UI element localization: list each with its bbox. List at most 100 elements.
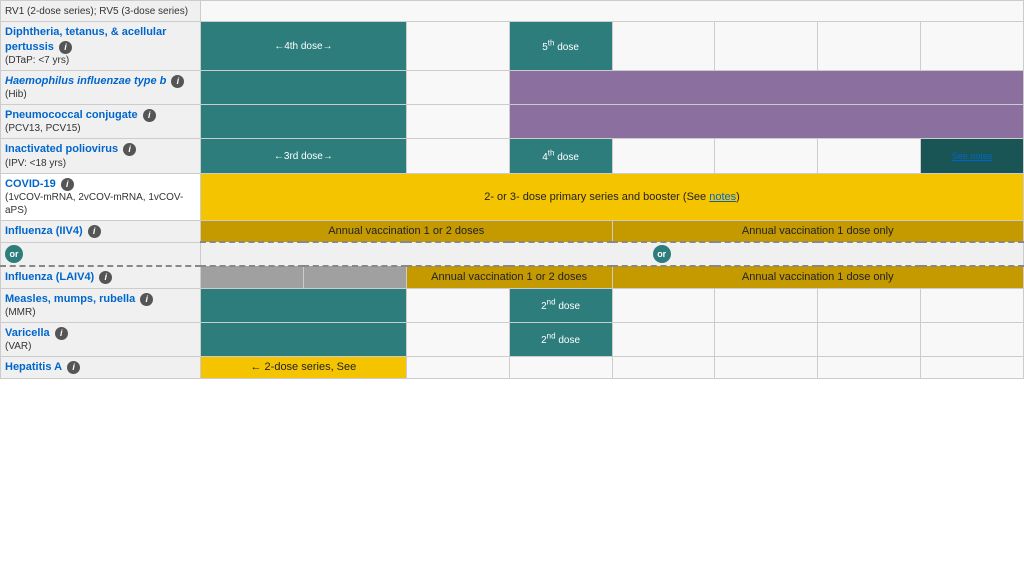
vaccine-cell-ipv: Inactivated poliovirus i (IPV: <18 yrs)	[1, 139, 201, 173]
iiv4-annual12: Annual vaccination 1 or 2 doses	[201, 221, 613, 243]
info-icon[interactable]: i	[88, 225, 101, 238]
vaccine-cell: RV1 (2-dose series); RV5 (3-dose series)	[1, 1, 201, 22]
info-icon[interactable]: i	[171, 75, 184, 88]
info-icon[interactable]: i	[143, 109, 156, 122]
see-notes-link[interactable]: See notes	[952, 151, 993, 161]
empty-cell	[921, 322, 1024, 356]
vaccine-cell-covid: COVID-19 i (1vCOV-mRNA, 2vCOV-mRNA, 1vCO…	[1, 173, 201, 220]
empty-cell	[715, 357, 818, 378]
vaccine-cell-varicella: Varicella i (VAR)	[1, 322, 201, 356]
ipv-4th-dose: 4th dose	[509, 139, 612, 173]
vaccine-cell-pcv: Pneumococcal conjugate i (PCV13, PCV15)	[1, 105, 201, 139]
table-row: RV1 (2-dose series); RV5 (3-dose series)	[1, 1, 1024, 22]
empty-cell	[612, 22, 715, 71]
empty-cell	[921, 288, 1024, 322]
mmr-2nd-dose: 2nd dose	[509, 288, 612, 322]
dtap-link[interactable]: Diphtheria, tetanus, & acellular pertuss…	[5, 26, 166, 52]
table-row-pcv: Pneumococcal conjugate i (PCV13, PCV15)	[1, 105, 1024, 139]
info-icon[interactable]: i	[55, 327, 68, 340]
covid-sub: (1vCOV-mRNA, 2vCOV-mRNA, 1vCOV-aPS)	[5, 191, 196, 217]
info-icon[interactable]: i	[67, 361, 80, 374]
vaccine-cell-hepa: Hepatitis A i	[1, 357, 201, 378]
empty-cell	[509, 357, 612, 378]
empty-cell	[921, 357, 1024, 378]
vaccine-cell-laiv4: Influenza (LAIV4) i	[1, 266, 201, 288]
empty-cell	[406, 22, 509, 71]
iiv4-annual1-text: Annual vaccination 1 dose only	[742, 225, 894, 237]
dtap-5th-dose: 5th dose	[509, 22, 612, 71]
or-divider: or	[201, 242, 1024, 266]
covid-text: 2- or 3- dose primary series and booster…	[484, 191, 740, 203]
empty-cell	[715, 322, 818, 356]
table-row-ipv: Inactivated poliovirus i (IPV: <18 yrs) …	[1, 139, 1024, 173]
vaccine-name: Influenza (LAIV4) i	[5, 270, 196, 284]
table-row-covid: COVID-19 i (1vCOV-mRNA, 2vCOV-mRNA, 1vCO…	[1, 173, 1024, 220]
empty-cell	[406, 70, 509, 104]
iiv4-name[interactable]: Influenza (IIV4)	[5, 225, 83, 237]
info-icon[interactable]: i	[99, 271, 112, 284]
vaccine-cell-mmr: Measles, mumps, rubella i (MMR)	[1, 288, 201, 322]
table-row-varicella: Varicella i (VAR) 2nd dose	[1, 322, 1024, 356]
laiv4-annual1-text: Annual vaccination 1 dose only	[742, 271, 894, 283]
laiv4-annual12-text: Annual vaccination 1 or 2 doses	[431, 271, 587, 283]
info-icon[interactable]: i	[61, 178, 74, 191]
info-icon[interactable]: i	[59, 41, 72, 54]
empty-cell	[406, 288, 509, 322]
vaccine-name: Diphtheria, tetanus, & acellular pertuss…	[5, 25, 196, 54]
dtap-sub: (DTaP: <7 yrs)	[5, 54, 196, 67]
empty-cell	[612, 322, 715, 356]
covid-link[interactable]: COVID-19	[5, 178, 56, 190]
hepa-name[interactable]: Hepatitis A	[5, 361, 62, 373]
vaccine-cell-hib: Haemophilus influenzae type b i (Hib)	[1, 70, 201, 104]
pcv-name[interactable]: Pneumococcal conjugate	[5, 109, 138, 121]
empty-cell	[818, 322, 921, 356]
hib-sub: (Hib)	[5, 88, 196, 101]
varicella-2nd-dose: 2nd dose	[509, 322, 612, 356]
empty-cell	[921, 22, 1024, 71]
empty-cell	[612, 288, 715, 322]
covid-notes-link[interactable]: notes	[709, 191, 736, 203]
laiv4-name[interactable]: Influenza (LAIV4)	[5, 271, 94, 283]
empty-cell	[818, 357, 921, 378]
vaccine-name: Influenza (IIV4) i	[5, 224, 196, 238]
ipv-3rd-dose: ←3rd dose→	[201, 139, 407, 173]
empty-cell	[406, 322, 509, 356]
varicella-name[interactable]: Varicella	[5, 327, 50, 339]
vaccine-name: Haemophilus influenzae type b i	[5, 74, 196, 88]
hib-purple	[509, 70, 1023, 104]
hib-name[interactable]: Haemophilus influenzae type b	[5, 75, 166, 87]
info-icon[interactable]: i	[123, 143, 136, 156]
table-row-influenza-laiv4: Influenza (LAIV4) i Annual vaccination 1…	[1, 266, 1024, 288]
hepa-2dose: ← 2-dose series, See	[201, 357, 407, 378]
or-cell: or	[1, 242, 201, 266]
laiv4-annual12: Annual vaccination 1 or 2 doses	[406, 266, 612, 288]
hepa-2dose-text: ← 2-dose series, See	[250, 361, 356, 373]
empty-cell	[818, 22, 921, 71]
table-row-hepa: Hepatitis A i ← 2-dose series, See	[1, 357, 1024, 378]
ipv-4th-text: 4th dose	[542, 152, 579, 163]
ipv-see-notes: See notes	[921, 139, 1024, 173]
vaccine-cell-dtap: Diphtheria, tetanus, & acellular pertuss…	[1, 22, 201, 71]
empty-cell	[201, 1, 1024, 22]
varicella-teal	[201, 322, 407, 356]
table-row-mmr: Measles, mumps, rubella i (MMR) 2nd dose	[1, 288, 1024, 322]
pcv-purple	[509, 105, 1023, 139]
ipv-name[interactable]: Inactivated poliovirus	[5, 143, 118, 155]
varicella-2nd-text: 2nd dose	[541, 335, 580, 346]
empty-cell	[612, 357, 715, 378]
vaccine-cell-iiv4: Influenza (IIV4) i	[1, 221, 201, 243]
empty-cell	[818, 288, 921, 322]
vaccine-name: Measles, mumps, rubella i	[5, 292, 196, 306]
or-badge: or	[5, 245, 23, 263]
empty-cell	[406, 105, 509, 139]
vaccine-name: Varicella i	[5, 326, 196, 340]
laiv4-gray1	[201, 266, 304, 288]
empty-cell	[818, 139, 921, 173]
table-row-or: or or	[1, 242, 1024, 266]
laiv4-gray2	[303, 266, 406, 288]
ipv-sub: (IPV: <18 yrs)	[5, 157, 196, 170]
empty-cell	[406, 357, 509, 378]
mmr-name[interactable]: Measles, mumps, rubella	[5, 293, 135, 305]
info-icon[interactable]: i	[140, 293, 153, 306]
empty-cell	[715, 288, 818, 322]
